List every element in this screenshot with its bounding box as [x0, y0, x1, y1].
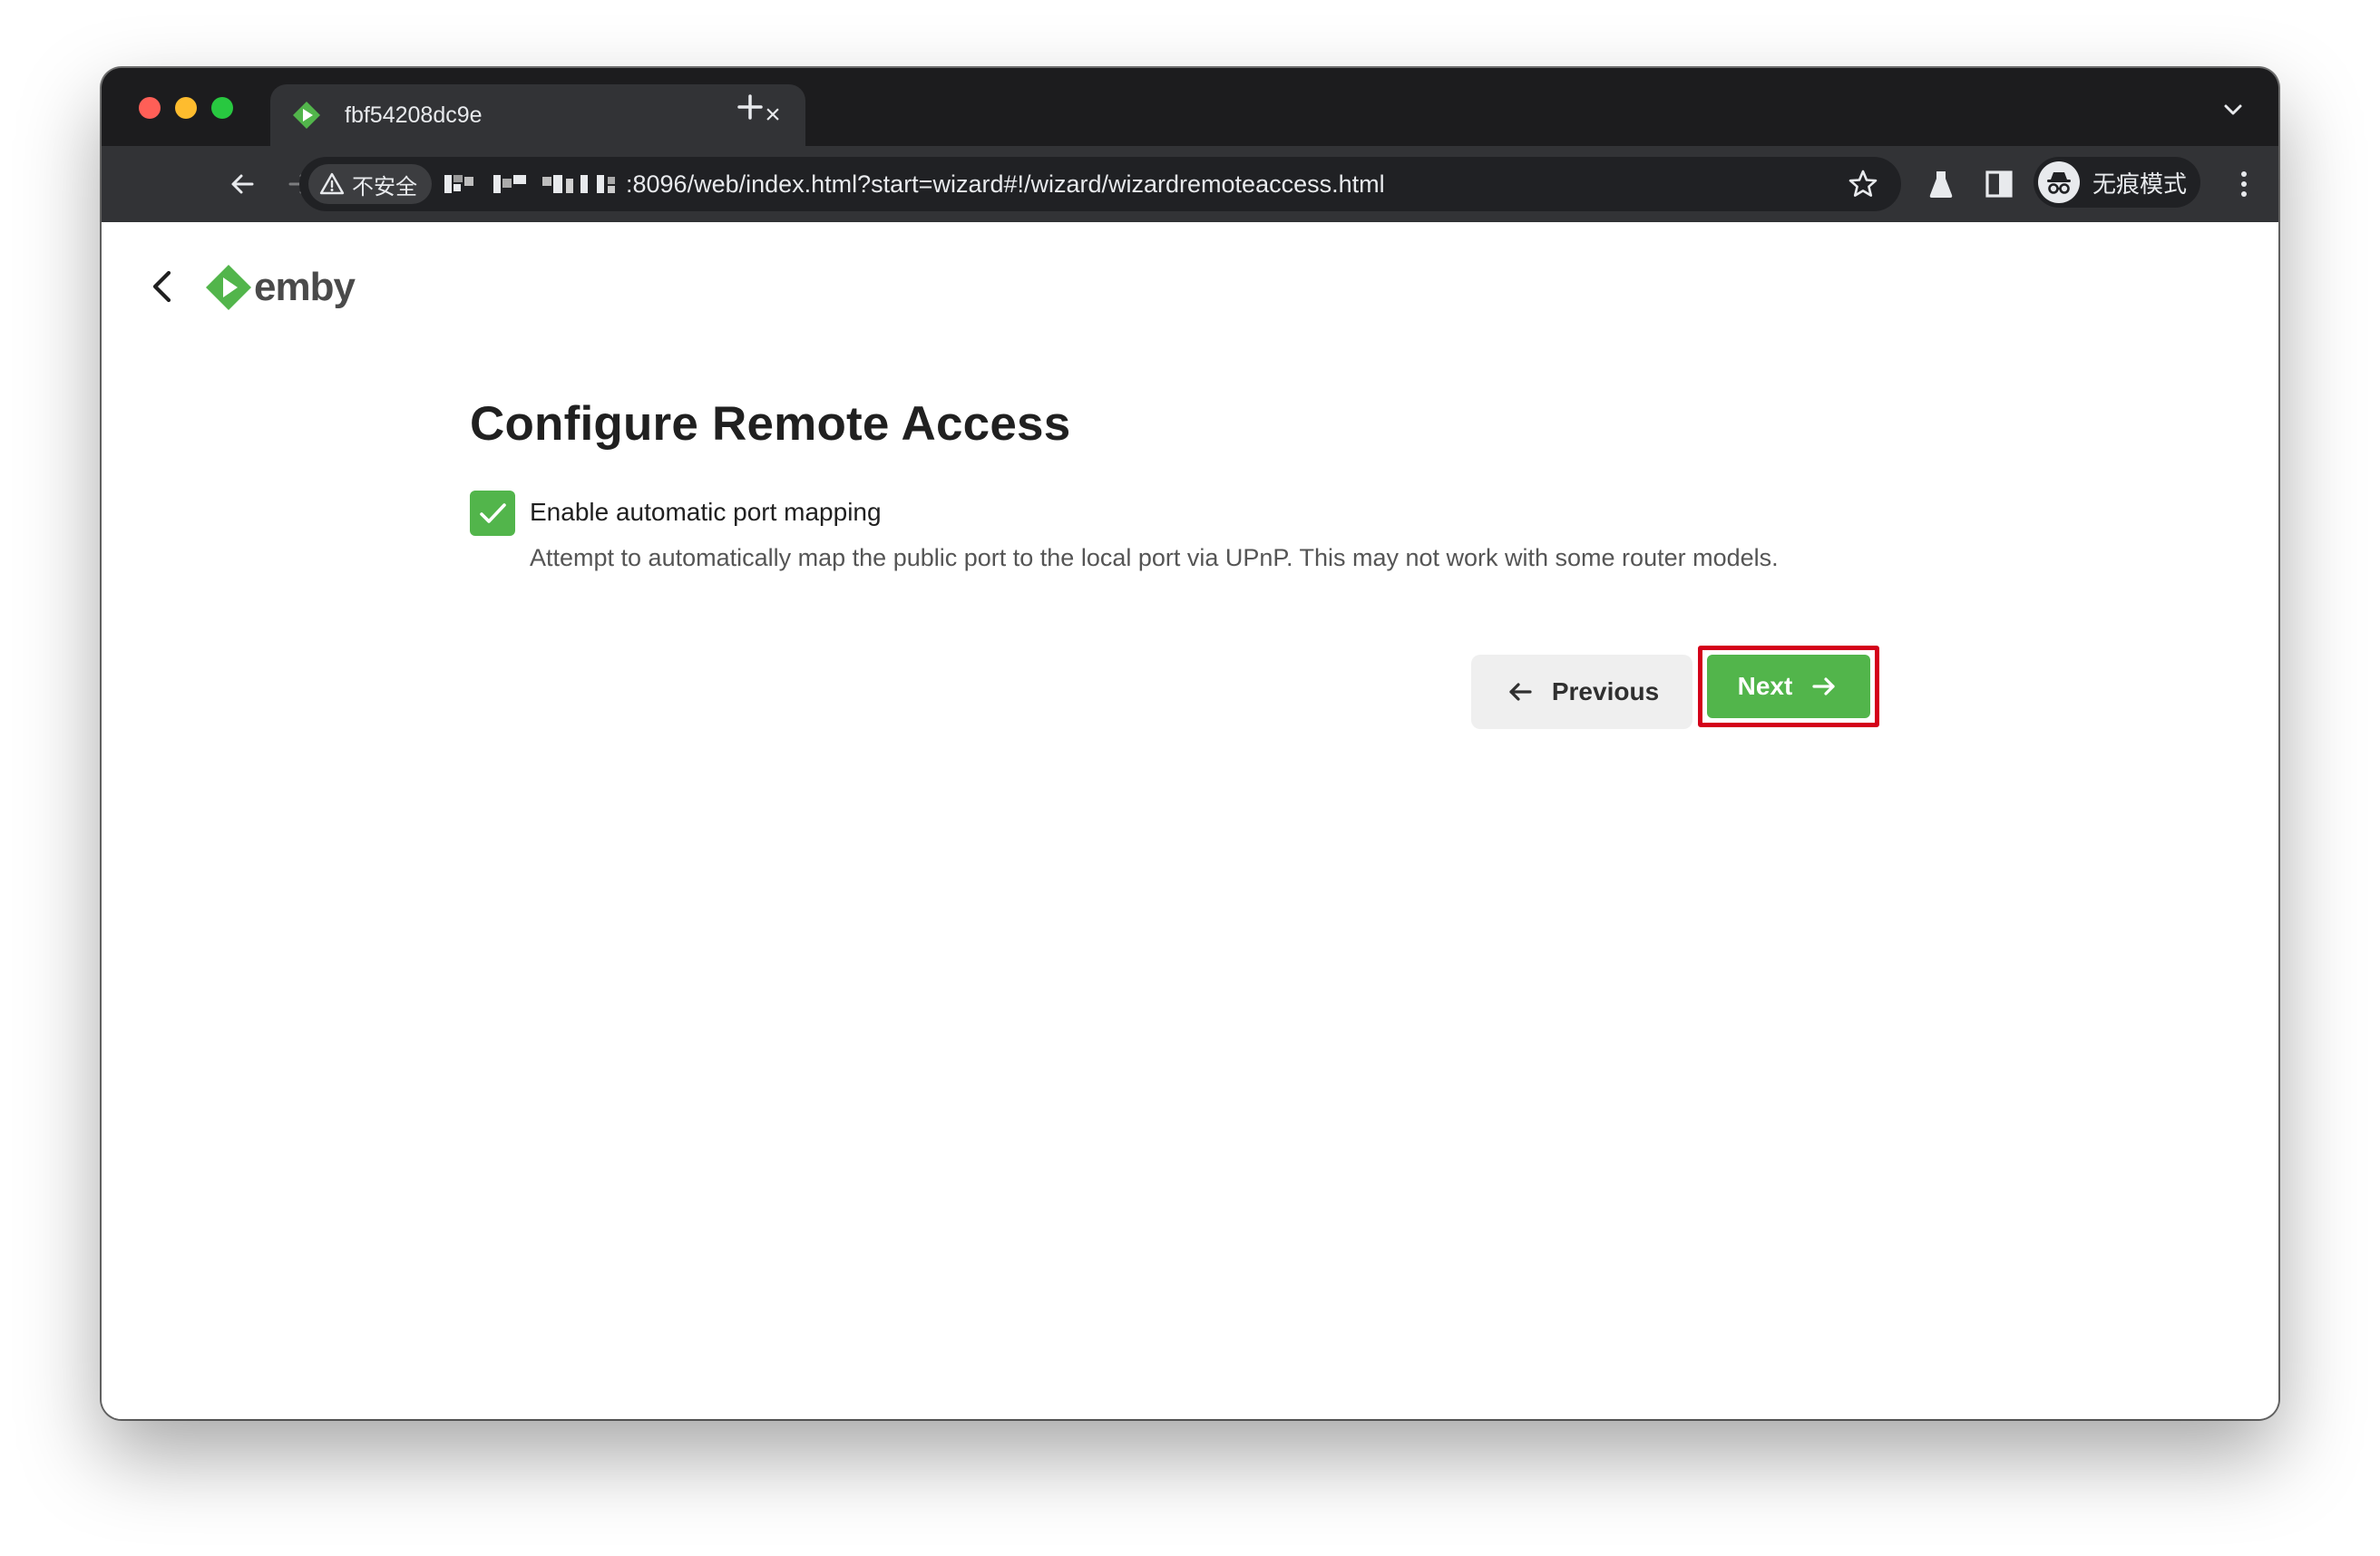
port-mapping-help: Attempt to automatically map the public … — [530, 544, 1779, 571]
browser-toolbar: 不安全 :8096/web/index.html?start=wizard#!/… — [102, 146, 2278, 222]
maximize-window-button[interactable] — [211, 97, 233, 119]
url-text: :8096/web/index.html?start=wizard#!/wiza… — [626, 170, 1385, 198]
labs-icon[interactable] — [1923, 166, 1959, 202]
emby-logo-icon — [206, 265, 251, 310]
browser-window: fbf54208dc9e × 不安全:8096/web/index.html?… — [102, 68, 2278, 1419]
back-icon[interactable] — [223, 164, 263, 204]
tab-search-icon[interactable] — [2215, 92, 2251, 128]
arrow-right-icon — [1812, 677, 1835, 695]
tab-title: fbf54208dc9e — [345, 102, 483, 128]
next-button[interactable]: Next — [1707, 655, 1870, 718]
security-label: 不安全 — [352, 173, 417, 199]
tab-strip: fbf54208dc9e × — [102, 68, 2278, 146]
address-bar[interactable]: 不安全 :8096/web/index.html?start=wizard#!/… — [299, 157, 1901, 211]
star-icon[interactable] — [1847, 168, 1879, 200]
minimize-window-button[interactable] — [175, 97, 197, 119]
more-icon[interactable] — [2226, 164, 2262, 204]
emby-logo: emby — [203, 262, 356, 313]
port-mapping-checkbox[interactable] — [470, 491, 515, 536]
redacted-host-mask — [444, 175, 615, 193]
logo-text: emby — [254, 265, 356, 309]
close-window-button[interactable] — [139, 97, 161, 119]
emby-favicon-icon — [293, 102, 320, 129]
app-back-icon[interactable] — [141, 264, 183, 309]
arrow-left-icon — [1509, 683, 1532, 701]
port-mapping-label[interactable]: Enable automatic port mapping — [530, 494, 882, 530]
warning-icon — [319, 172, 345, 195]
browser-tab-active[interactable]: fbf54208dc9e × — [270, 84, 805, 146]
incognito-icon — [2047, 172, 2071, 194]
incognito-profile-chip[interactable]: 无痕模式 — [2034, 157, 2200, 208]
incognito-avatar — [2038, 161, 2080, 203]
page-title: Configure Remote Access — [470, 397, 1071, 451]
incognito-label: 无痕模式 — [2092, 170, 2188, 199]
previous-button-label: Previous — [1551, 677, 1660, 705]
security-indicator[interactable]: 不安全 — [308, 164, 432, 204]
browser-chrome: fbf54208dc9e × 不安全:8096/web/index.html?… — [102, 68, 2278, 222]
next-button-label: Next — [1737, 672, 1793, 700]
previous-button[interactable]: Previous — [1471, 655, 1692, 729]
new-tab-icon[interactable] — [727, 84, 773, 130]
page-content: emby Configure Remote Access Enable auto… — [102, 222, 2278, 1419]
side-panel-icon[interactable] — [1981, 166, 2017, 202]
checkmark-icon — [480, 503, 506, 523]
